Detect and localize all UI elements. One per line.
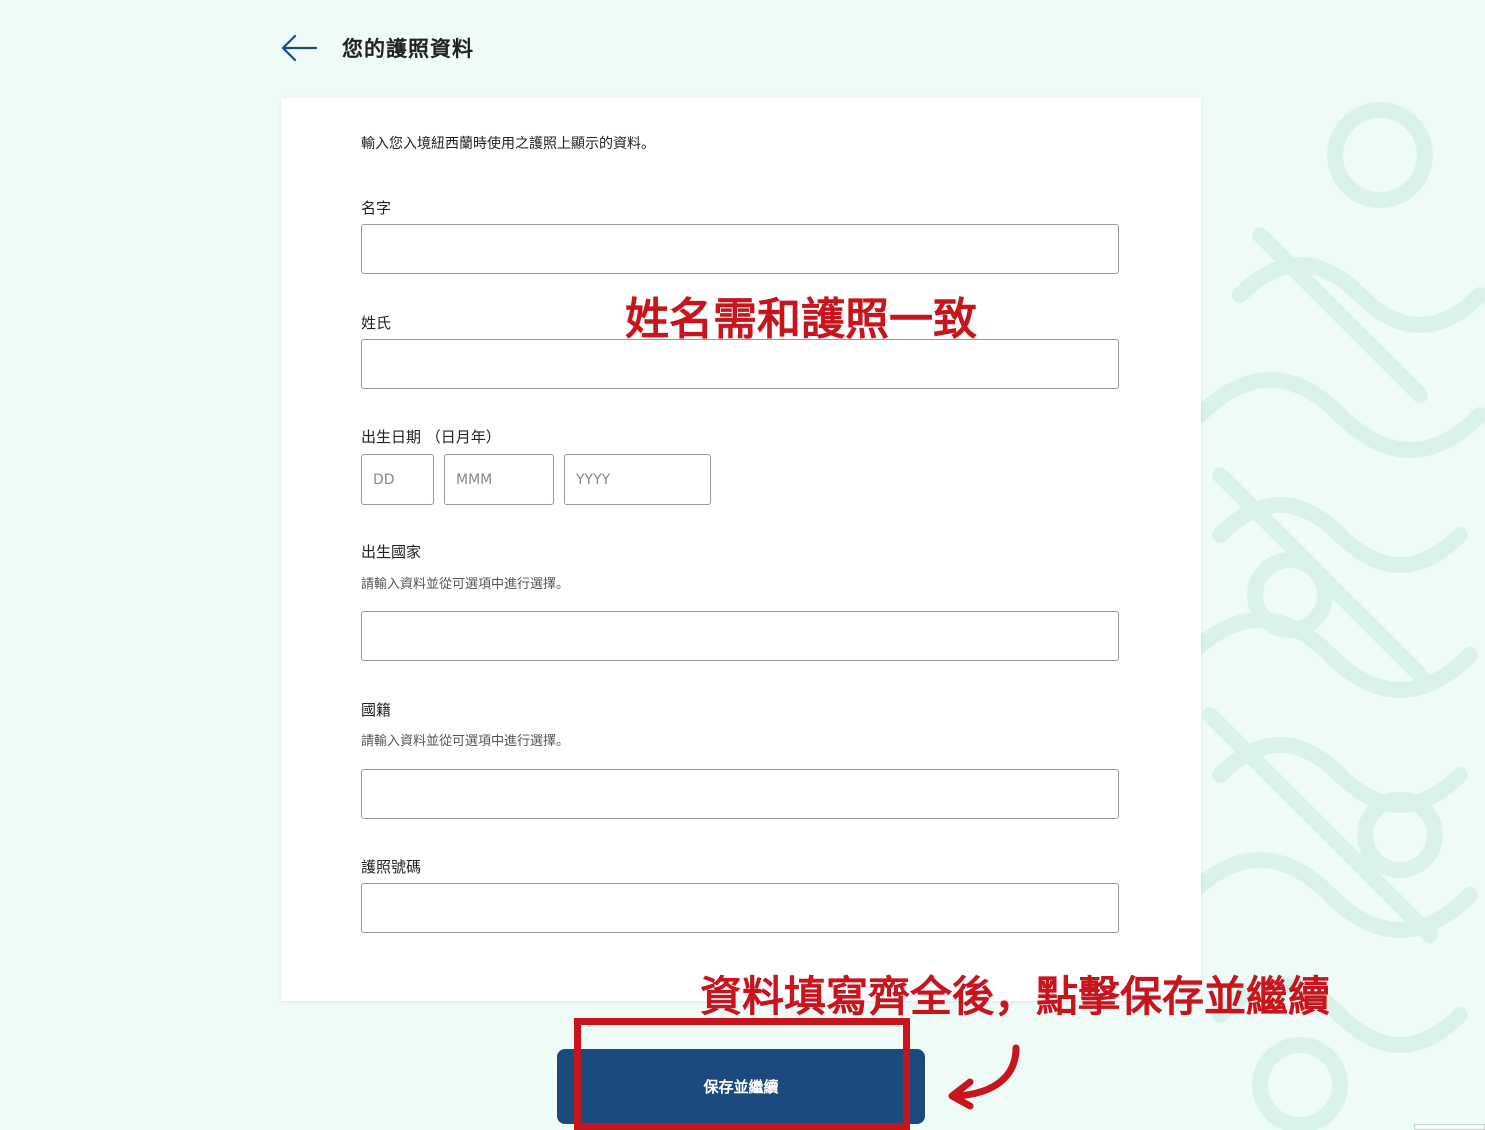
passport-number-label: 護照號碼 [361, 858, 422, 876]
family-name-label: 姓氏 [361, 314, 392, 332]
form-intro: 輸入您入境紐西蘭時使用之護照上顯示的資料。 [361, 136, 655, 152]
corner-widget [1414, 1124, 1485, 1130]
birth-country-hint: 請輸入資料並從可選項中進行選擇。 [361, 577, 570, 592]
birth-country-input[interactable] [361, 611, 1119, 661]
dob-year-input[interactable]: YYYY [564, 454, 711, 505]
dob-label: 出生日期 （日月年） [361, 428, 501, 446]
dob-month-input[interactable]: MMM [444, 454, 554, 505]
back-button[interactable] [280, 28, 318, 68]
nationality-input[interactable] [361, 769, 1119, 819]
page-header: 您的護照資料 [280, 28, 474, 68]
page: 您的護照資料 輸入您入境紐西蘭時使用之護照上顯示的資料。 名字 姓氏 出生日期 … [0, 0, 1485, 1130]
given-name-label: 名字 [361, 199, 392, 217]
given-name-input[interactable] [361, 224, 1119, 274]
nationality-hint: 請輸入資料並從可選項中進行選擇。 [361, 734, 570, 749]
nationality-label: 國籍 [361, 701, 392, 719]
passport-form-card: 輸入您入境紐西蘭時使用之護照上顯示的資料。 名字 姓氏 出生日期 （日月年） D… [281, 98, 1201, 1001]
annotation-arrow-icon [948, 1044, 1020, 1110]
annotation-save-note: 資料填寫齊全後，點擊保存並繼續 [700, 972, 1331, 1021]
page-title: 您的護照資料 [342, 37, 474, 61]
passport-number-input[interactable] [361, 883, 1119, 933]
annotation-highlight-box [574, 1018, 910, 1130]
annotation-name-note: 姓名需和護照一致 [625, 294, 977, 345]
birth-country-label: 出生國家 [361, 543, 422, 561]
arrow-left-icon [281, 34, 318, 62]
dob-day-input[interactable]: DD [361, 454, 434, 505]
